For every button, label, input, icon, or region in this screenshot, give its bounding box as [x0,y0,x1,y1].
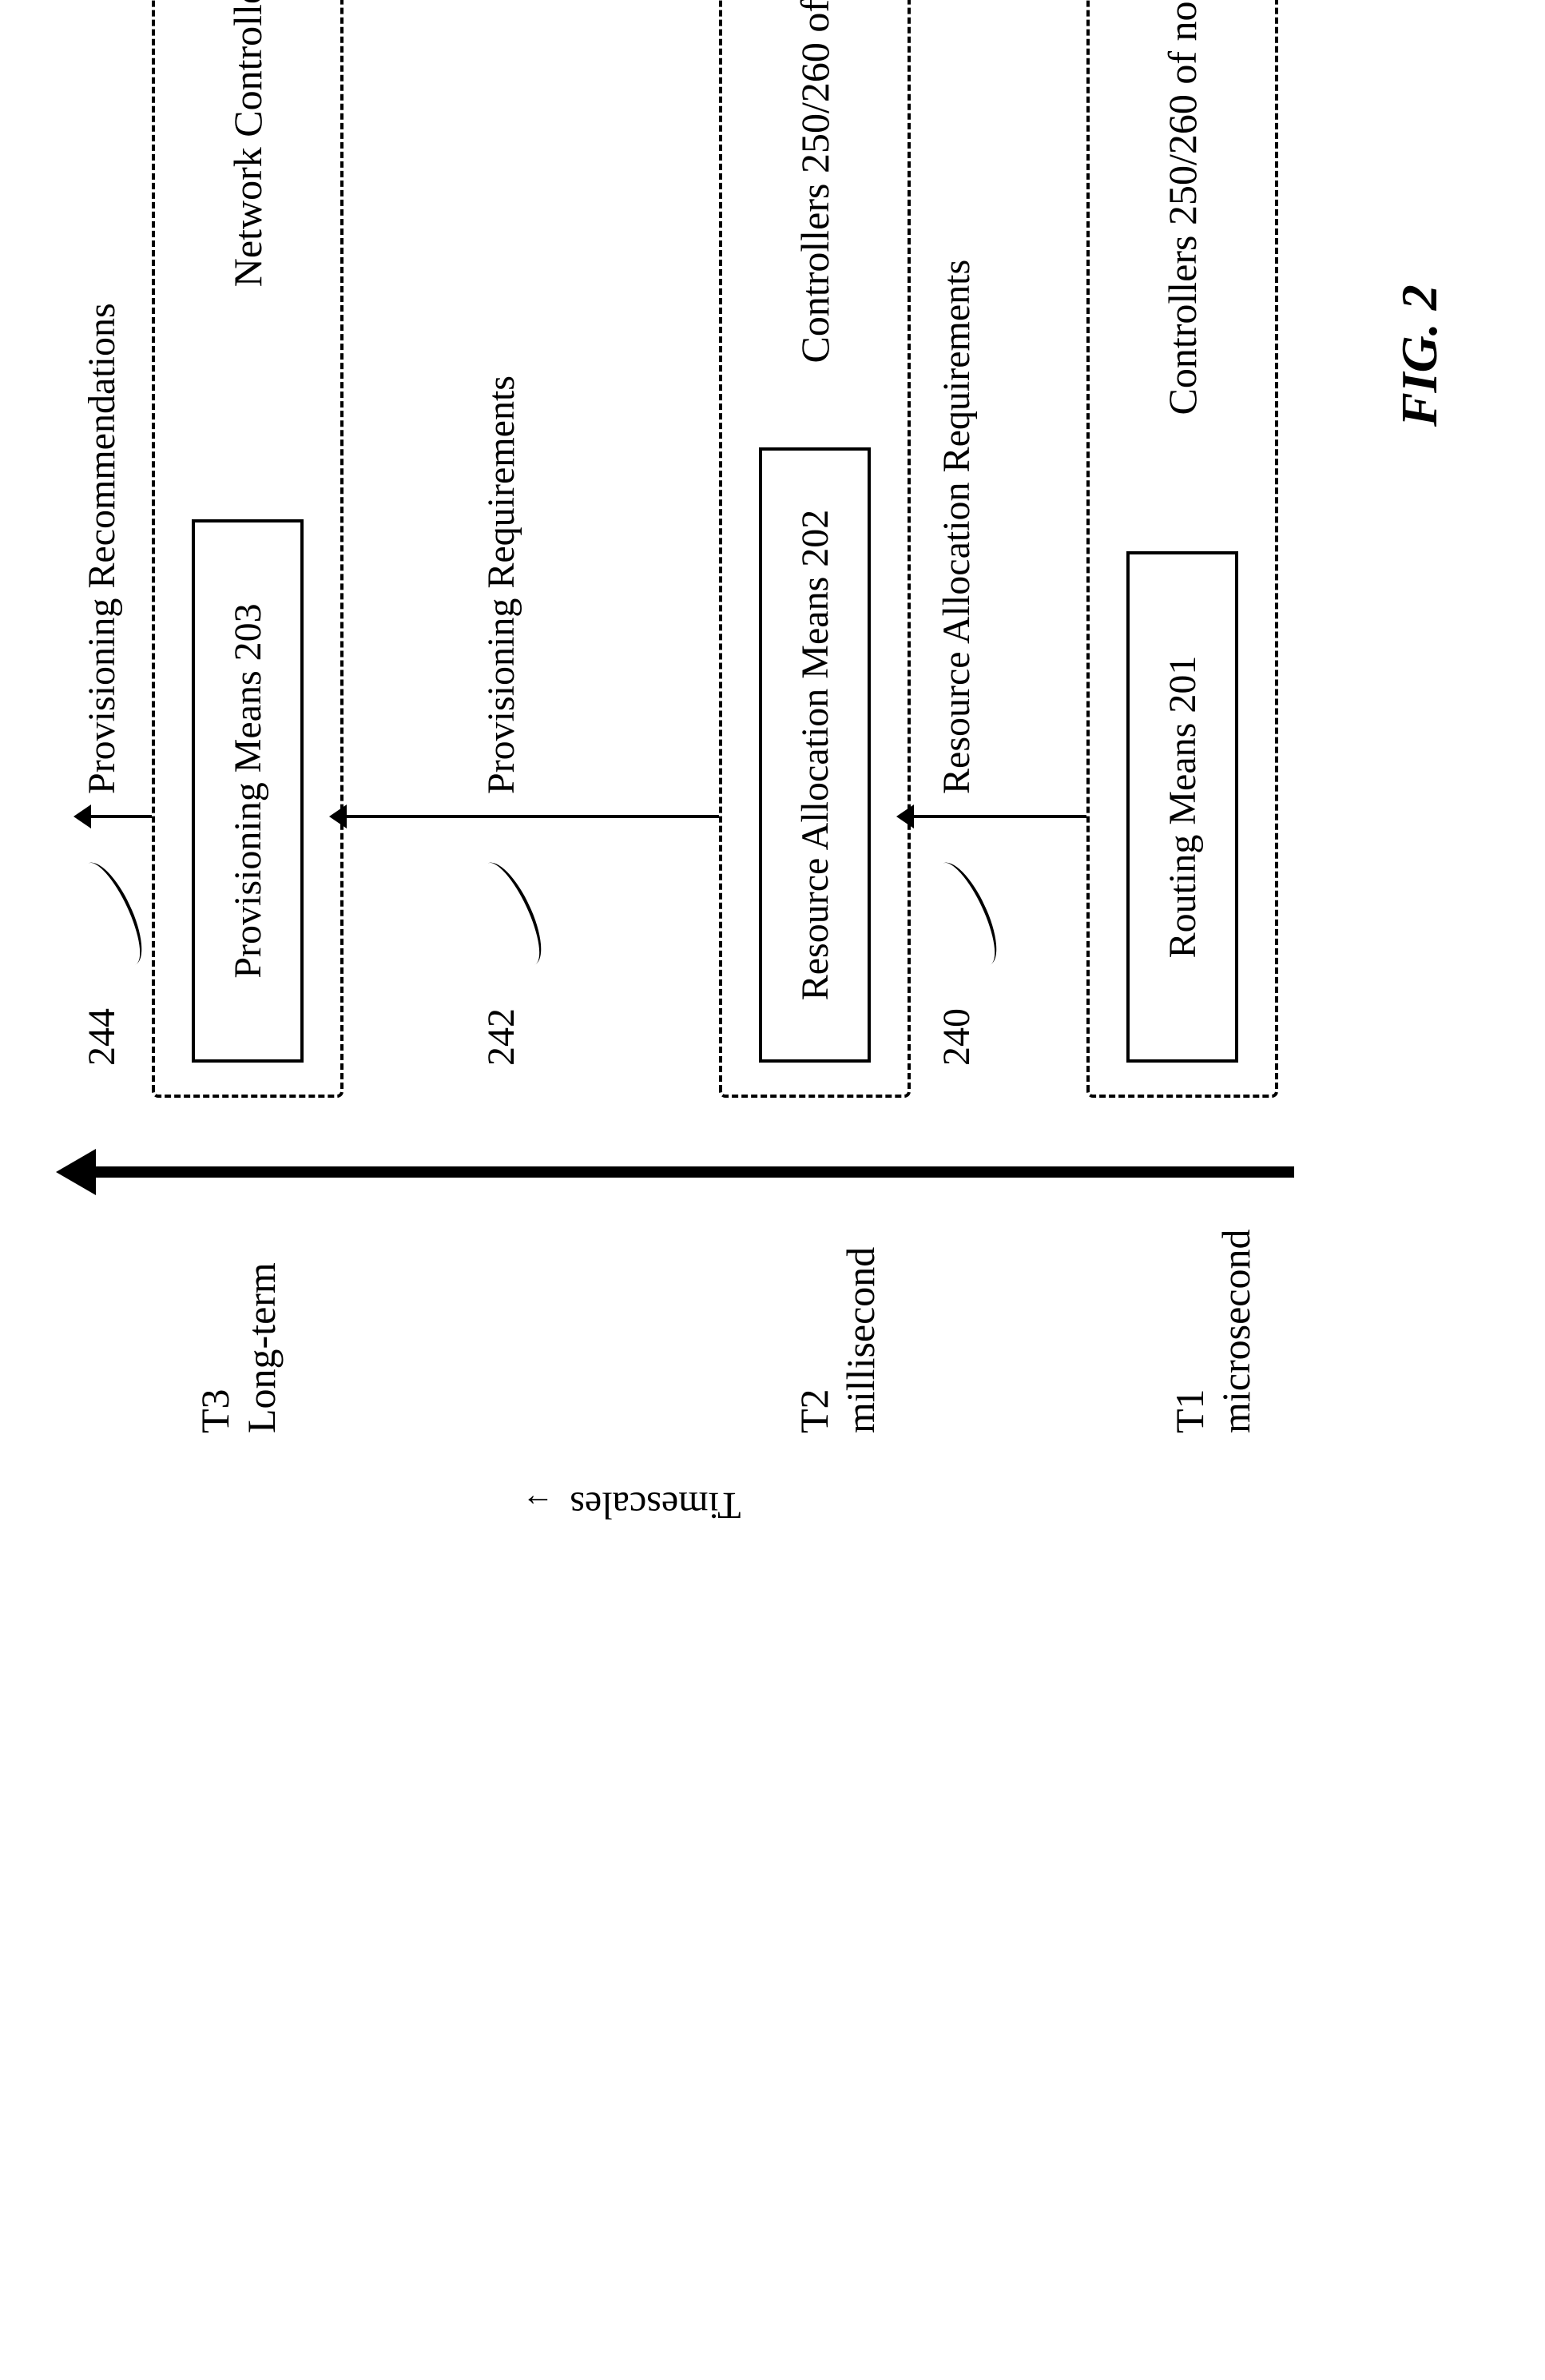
ref-240: 240 [935,1008,979,1066]
main-vertical-arrow-icon [80,1166,1294,1178]
ref-244: 244 [80,1008,124,1066]
arrow-bot [911,815,1086,818]
timescale-t1: T1 microsecond [1166,1230,1259,1433]
routing-means-box: Routing Means 201 [1126,551,1238,1063]
figure-label: FIG. 2 [1390,284,1449,427]
arrow-mid [344,815,719,818]
ann-240-text: Resource Allocation Requirements [935,260,979,794]
lead-line-240 [925,855,1008,973]
controllers-text-2: Controllers 250/260 of nodes 210/220 [792,0,838,407]
lead-line-242 [470,855,553,973]
timescales-axis-label: Timescales → [522,1484,741,1528]
ref-242: 242 [479,1008,523,1066]
first-stratum-box: Routing Means 201 Controllers 250/260 of… [1086,0,1278,1098]
controllers-text-1: Controllers 250/260 of nodes 210/220 [1159,0,1205,511]
resource-allocation-box: Resource Allocation Means 202 [759,447,871,1063]
ann-244-text: Provisioning Recommendations [80,303,124,794]
lead-line-244 [70,855,153,973]
up-arrow-icon: → [522,1487,554,1524]
provisioning-means-box: Provisioning Means 203 [192,519,304,1063]
second-stratum-box: Resource Allocation Means 202 Controller… [719,0,911,1098]
timescale-t2: T2 millisecond [791,1247,884,1433]
timescale-t3: T3 Long-term [192,1262,284,1433]
arrow-top [88,815,152,818]
network-controller-text: Network Controller 270 [224,0,271,479]
ann-242-text: Provisioning Requirements [479,375,523,794]
third-stratum-box: Provisioning Means 203 Network Controlle… [152,0,344,1098]
